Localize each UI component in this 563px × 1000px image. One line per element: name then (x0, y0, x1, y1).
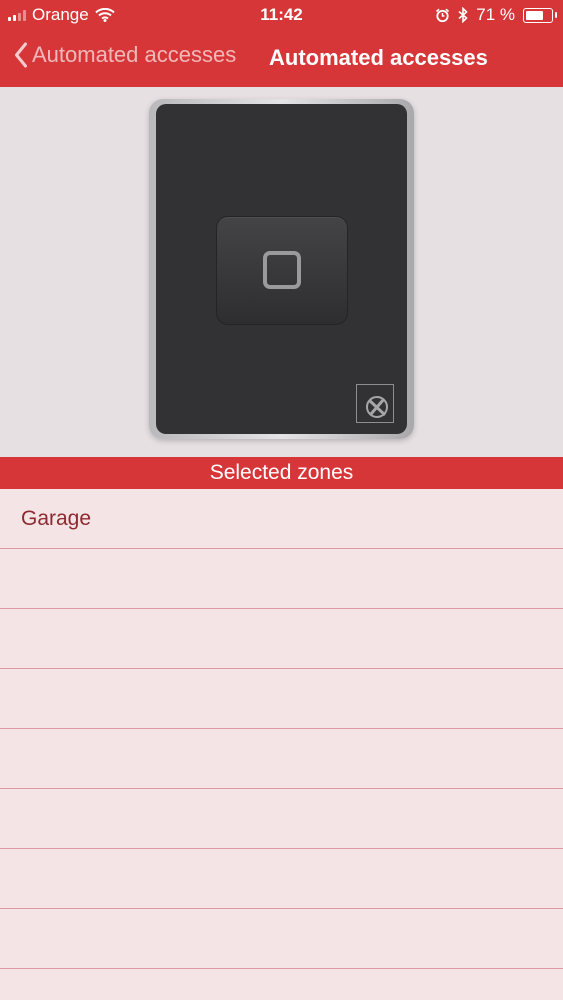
zone-label: Garage (21, 507, 92, 530)
back-button[interactable]: Automated accesses (14, 42, 236, 68)
list-item (0, 909, 563, 969)
list-item (0, 669, 563, 729)
device-preview-area (0, 87, 563, 457)
navigation-bar: Automated accesses Automated accesses (0, 30, 563, 87)
list-item (0, 609, 563, 669)
brand-logo-icon (356, 384, 394, 423)
selected-zones-header: Selected zones (0, 457, 563, 489)
device-face (156, 104, 407, 434)
device-button (216, 216, 348, 325)
chevron-left-icon (15, 42, 27, 68)
list-item (0, 849, 563, 909)
back-button-label: Automated accesses (32, 42, 237, 67)
bluetooth-icon (458, 7, 468, 23)
zones-list: Garage (0, 489, 563, 969)
top-bar: Orange 11:42 71 % Automated accesses Aut… (0, 0, 563, 87)
alarm-icon (436, 8, 450, 22)
device-button-square-icon (263, 251, 301, 289)
list-item (0, 729, 563, 789)
list-item (0, 789, 563, 849)
zone-row-garage[interactable]: Garage (0, 489, 563, 549)
status-bar: Orange 11:42 71 % (0, 0, 563, 30)
page-title: Automated accesses (269, 45, 488, 70)
battery-icon (523, 7, 557, 23)
list-item (0, 549, 563, 609)
access-device-image (149, 99, 414, 439)
battery-percentage: 71 % (476, 5, 515, 24)
